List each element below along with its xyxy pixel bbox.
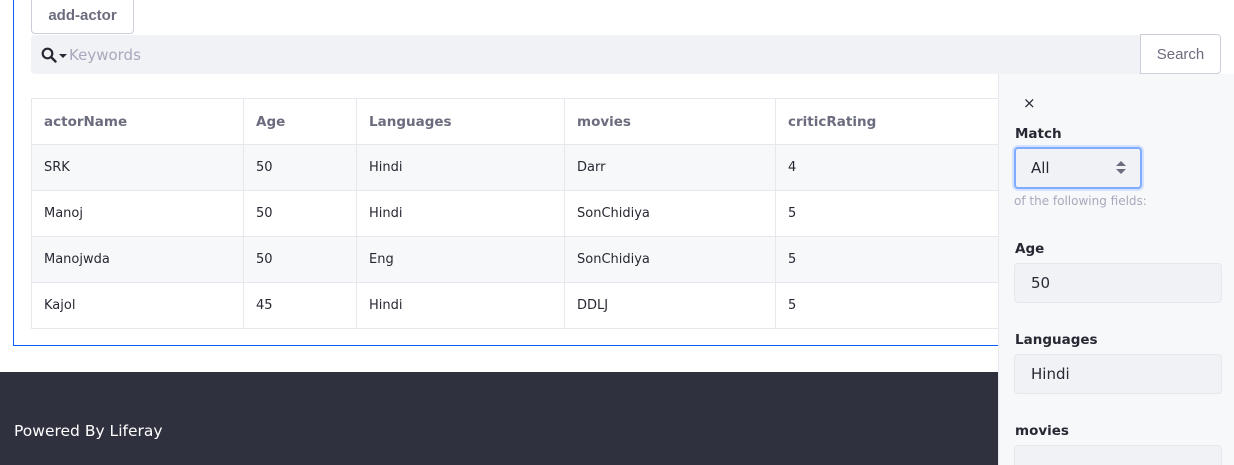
- search-bar: [31, 35, 1141, 74]
- close-icon[interactable]: ×: [1023, 96, 1036, 111]
- search-icon[interactable]: [41, 47, 57, 63]
- table-cell: DDLJ: [564, 282, 776, 329]
- table-row[interactable]: Kajol 45 Hindi DDLJ 5: [31, 282, 1031, 329]
- table-cell: Kajol: [31, 282, 244, 329]
- table-cell: SonChidiya: [564, 190, 776, 237]
- add-actor-button[interactable]: add-actor: [31, 0, 134, 34]
- caret-down-icon[interactable]: [59, 53, 67, 58]
- languages-field[interactable]: Hindi: [1014, 354, 1222, 394]
- table-cell: 5: [775, 236, 1031, 283]
- table-cell: Manoj: [31, 190, 244, 237]
- age-field[interactable]: 50: [1014, 263, 1222, 303]
- match-label: Match: [1015, 126, 1062, 142]
- table-cell: Hindi: [356, 190, 565, 237]
- column-header-criticrating[interactable]: criticRating: [775, 98, 1031, 145]
- table-cell: Darr: [564, 144, 776, 191]
- table-cell: 50: [243, 144, 357, 191]
- column-header-movies[interactable]: movies: [564, 98, 776, 145]
- movies-field[interactable]: [1014, 445, 1222, 465]
- languages-field-value: Hindi: [1031, 365, 1070, 383]
- match-select[interactable]: All: [1014, 147, 1142, 189]
- actor-table: actorName Age Languages movies criticRat…: [31, 98, 1031, 329]
- table-cell: Hindi: [356, 282, 565, 329]
- table-cell: 5: [775, 282, 1031, 329]
- table-cell: SRK: [31, 144, 244, 191]
- table-cell: 5: [775, 190, 1031, 237]
- table-row[interactable]: Manoj 50 Hindi SonChidiya 5: [31, 190, 1031, 237]
- age-field-value: 50: [1031, 274, 1051, 292]
- table-cell: 50: [243, 236, 357, 283]
- table-cell: Eng: [356, 236, 565, 283]
- search-button[interactable]: Search: [1140, 34, 1221, 74]
- table-cell: Hindi: [356, 144, 565, 191]
- column-header-actorname[interactable]: actorName: [31, 98, 244, 145]
- filter-sidebar: × Match All of the following fields: Age…: [998, 74, 1234, 465]
- match-select-value: All: [1031, 159, 1050, 177]
- table-cell: Manojwda: [31, 236, 244, 283]
- search-input[interactable]: [69, 36, 969, 73]
- footer-powered-by: Powered By Liferay: [14, 422, 163, 440]
- table-header-row: actorName Age Languages movies criticRat…: [31, 98, 1031, 145]
- table-row[interactable]: SRK 50 Hindi Darr 4: [31, 144, 1031, 191]
- column-header-age[interactable]: Age: [243, 98, 357, 145]
- table-cell: SonChidiya: [564, 236, 776, 283]
- field-label-movies: movies: [1015, 423, 1069, 439]
- table-cell: 45: [243, 282, 357, 329]
- field-label-languages: Languages: [1015, 332, 1098, 348]
- table-row[interactable]: Manojwda 50 Eng SonChidiya 5: [31, 236, 1031, 283]
- table-cell: 4: [775, 144, 1031, 191]
- select-arrows-icon: [1116, 161, 1126, 177]
- match-helper-text: of the following fields:: [1014, 194, 1147, 208]
- table-cell: 50: [243, 190, 357, 237]
- field-label-age: Age: [1015, 241, 1045, 257]
- column-header-languages[interactable]: Languages: [356, 98, 565, 145]
